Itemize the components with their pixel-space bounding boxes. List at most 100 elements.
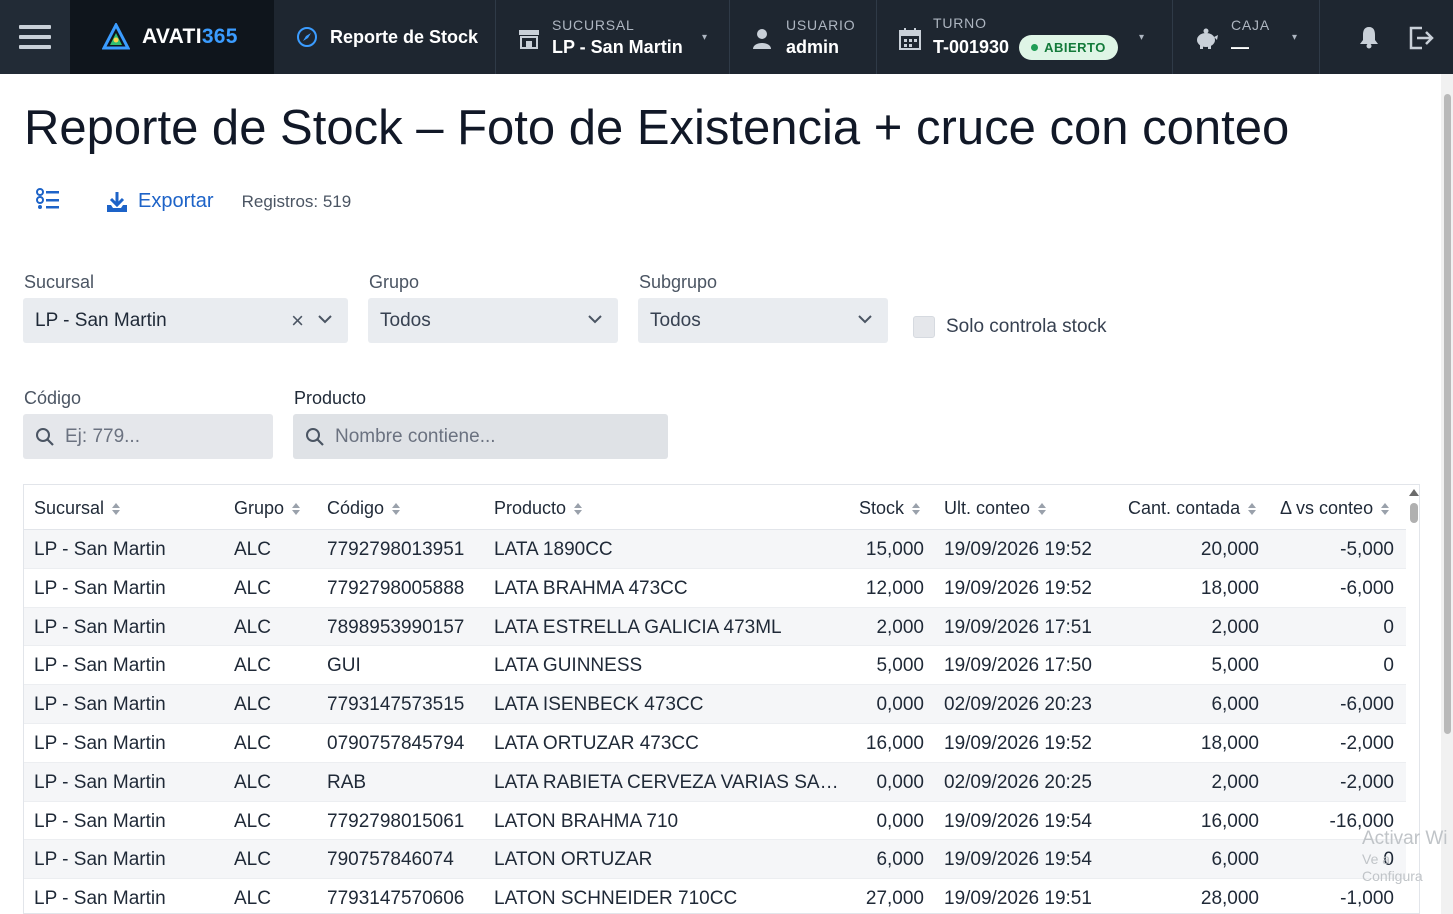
cell-sucursal: LP - San Martin [34,694,166,716]
table-row[interactable]: LP - San Martin ALC 7792798015061 LATON BRA… [24,802,1406,841]
subgrupo-filter-label: Subgrupo [639,272,718,292]
solo-controla-stock-checkbox[interactable] [913,316,935,338]
sort-icon[interactable] [392,502,401,515]
bell-icon [1360,27,1378,49]
table-row[interactable]: LP - San Martin ALC 7898953990157 LATA ESTR… [24,607,1406,647]
table-row[interactable]: LP - San Martin ALC 7793147570606 LATON SCH… [24,879,1406,913]
column-header-cant-contada[interactable]: Cant. contada [1128,498,1257,519]
cell-producto: LATA 1890CC [494,539,613,560]
codigo-search-input[interactable]: Ej: 779... [23,414,273,459]
cell-ult-conteo: 19/09/2026 17:51 [944,616,1092,638]
chevron-down-icon[interactable] [856,310,874,328]
cell-cant-contada: 5,000 [1211,655,1259,677]
solo-controla-stock-toggle[interactable]: Solo controla stock [913,316,1107,338]
cell-delta-vs-conteo: -2,000 [1340,733,1394,754]
clear-icon[interactable]: × [291,308,304,334]
table-row[interactable]: LP - San Martin ALC 7792798013951 LATA 1890… [24,530,1406,569]
cell-cant-contada: 2,000 [1211,771,1259,793]
codigo-filter-label: Código [24,388,82,408]
sort-icon[interactable] [574,502,583,515]
usuario-label: USUARIO [786,16,856,33]
sort-icon[interactable] [1248,502,1257,515]
table-row[interactable]: LP - San Martin ALC 7793147573515 LATA ISEN… [24,685,1406,724]
table-row[interactable]: LP - San Martin ALC RAB LATA RABIETA CERVEZ… [24,762,1406,802]
subgrupo-filter-select[interactable]: Todos [638,298,888,343]
sort-icon[interactable] [1038,502,1047,515]
cell-stock: 12,000 [865,577,924,599]
search-icon [306,427,324,446]
chevron-down-icon[interactable] [586,310,604,328]
usuario-info[interactable]: USUARIO admin [730,0,877,74]
cell-codigo: GUI [327,655,361,677]
grid-scrollbar-thumb[interactable] [1410,503,1418,523]
sort-icon[interactable] [292,502,301,515]
cell-grupo: ALC [234,694,271,716]
activation-watermark: Activar Wi Ve a Configura [1362,828,1448,884]
cell-delta-vs-conteo: 0 [1383,616,1394,638]
cell-cant-contada: 16,000 [1200,810,1259,832]
logout-button[interactable] [1408,26,1434,55]
scroll-up-arrow-icon[interactable] [1409,489,1419,496]
cell-ult-conteo: 19/09/2026 19:51 [944,888,1092,910]
page-scrollbar-thumb[interactable] [1444,94,1451,734]
producto-search-input[interactable]: Nombre contiene... [293,414,668,459]
cell-stock: 0,000 [876,810,924,832]
cell-ult-conteo: 19/09/2026 19:54 [944,849,1092,871]
column-header-sucursal[interactable]: Sucursal [34,498,121,519]
status-badge: ABIERTO [1019,34,1118,60]
cell-sucursal: LP - San Martin [34,577,166,599]
sucursal-filter-select[interactable]: LP - San Martin × [23,298,348,343]
cell-stock: 27,000 [865,888,924,910]
column-header-delta-vs-conteo[interactable]: Δ vs conteo [1280,498,1390,519]
cell-producto: LATON BRAHMA 710 [494,810,679,832]
notifications-button[interactable] [1358,25,1380,54]
turno-selector[interactable]: TURNO T-001930 ABIERTO ▾ [877,0,1173,74]
column-header-producto[interactable]: Producto [494,498,583,519]
column-chooser-button[interactable] [36,188,60,215]
cell-ult-conteo: 02/09/2026 20:25 [944,771,1092,793]
table-row[interactable]: LP - San Martin ALC 0790757845794 LATA ORTU… [24,724,1406,763]
table-row[interactable]: LP - San Martin ALC 7792798005888 LATA BRAH… [24,569,1406,608]
module-title: Reporte de Stock [274,0,496,74]
chevron-down-icon: ▾ [1291,32,1297,43]
hamburger-menu-button[interactable] [0,0,70,74]
page-scrollbar[interactable] [1441,74,1453,914]
usuario-value: admin [786,36,840,57]
cell-codigo: 0790757845794 [327,733,465,754]
cell-codigo: 7898953990157 [327,616,465,638]
store-icon [519,30,539,49]
sucursal-filter-label: Sucursal [24,272,95,292]
column-header-stock[interactable]: Stock [859,498,921,519]
cell-delta-vs-conteo: -2,000 [1340,771,1394,793]
sucursal-label: SUCURSAL [552,16,635,33]
table-row[interactable]: LP - San Martin ALC 790757846074 LATON ORTU… [24,840,1406,880]
sort-icon[interactable] [1381,502,1390,515]
cell-ult-conteo: 19/09/2026 19:54 [944,810,1092,832]
cell-cant-contada: 28,000 [1200,888,1259,910]
caja-selector[interactable]: CAJA — ▾ [1173,0,1320,74]
cell-codigo: 7793147570606 [327,888,465,910]
cell-sucursal: LP - San Martin [34,810,166,832]
grupo-filter-select[interactable]: Todos [368,298,618,343]
export-button[interactable]: Exportar [106,190,214,213]
cell-cant-contada: 18,000 [1200,733,1259,754]
cell-delta-vs-conteo: -6,000 [1340,694,1394,716]
sort-icon[interactable] [912,502,921,515]
table-row[interactable]: LP - San Martin ALC GUI LATA GUINNESS 5,000 1… [24,646,1406,686]
sort-icon[interactable] [112,502,121,515]
sucursal-selector[interactable]: SUCURSAL LP - San Martin ▾ [496,0,730,74]
cell-sucursal: LP - San Martin [34,616,166,638]
column-header-codigo[interactable]: Código [327,498,401,519]
avati-logo-icon [102,23,130,50]
brand-logo[interactable]: AVATI365 [70,0,274,74]
column-header-ult-conteo[interactable]: Ult. conteo [944,498,1047,519]
column-header-grupo[interactable]: Grupo [234,498,301,519]
cell-sucursal: LP - San Martin [34,849,166,871]
cell-sucursal: LP - San Martin [34,655,166,677]
stock-data-grid: Sucursal Grupo Código Producto Stock Ult… [23,484,1420,914]
cell-sucursal: LP - San Martin [34,733,166,754]
cell-ult-conteo: 19/09/2026 19:52 [944,733,1092,754]
cell-codigo: RAB [327,771,367,793]
report-toolbar: Exportar Registros: 519 [36,188,351,215]
chevron-down-icon[interactable] [316,310,334,328]
